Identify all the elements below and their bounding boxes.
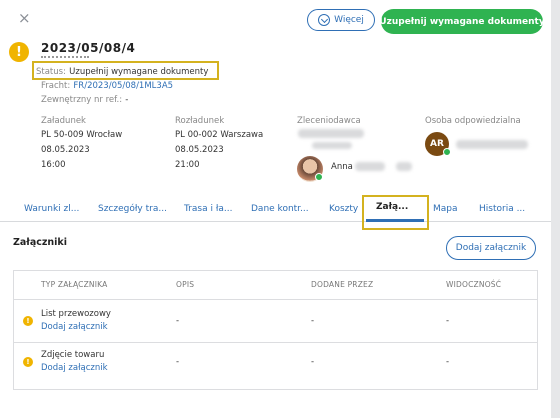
more-button-label: Więcej <box>334 15 364 25</box>
unloading-time: 21:00 <box>175 160 200 170</box>
online-status-dot <box>315 173 323 181</box>
scrollbar-track[interactable] <box>551 0 560 418</box>
attachments-title: Załączniki <box>13 237 67 248</box>
client-surname-redacted <box>355 162 385 171</box>
column-header-visibility: WIDOCZNOŚĆ <box>446 280 502 289</box>
complete-documents-button[interactable]: Uzupełnij wymagane dokumenty <box>379 9 545 34</box>
client-detail-redacted <box>312 142 352 149</box>
online-status-dot <box>443 148 451 156</box>
external-ref-line: Zewnętrzny nr ref.: - <box>41 94 128 105</box>
warning-icon: ! <box>23 357 33 367</box>
freight-label: Fracht: <box>41 81 71 91</box>
loading-address: PL 50-009 Wrocław <box>41 130 123 140</box>
external-ref-label: Zewnętrzny nr ref.: <box>41 95 123 105</box>
attachment-type: List przewozowy <box>41 309 111 319</box>
more-button[interactable]: Więcej <box>307 9 375 31</box>
active-tab-highlight <box>362 195 429 230</box>
client-label: Zleceniodawca <box>297 116 361 126</box>
active-tab-indicator <box>366 219 424 222</box>
attachment-description: - <box>176 316 180 326</box>
attachment-visibility: - <box>446 357 450 367</box>
client-contact-redacted <box>396 162 412 171</box>
order-id-underline <box>41 56 89 58</box>
add-attachment-button[interactable]: Dodaj załącznik <box>446 236 536 260</box>
attachment-added-by: - <box>311 357 315 367</box>
attachment-added-by: - <box>311 316 315 326</box>
responsible-label: Osoba odpowiedzialna <box>425 116 521 126</box>
tab-costs[interactable]: Koszty <box>329 204 358 214</box>
client-person-name: Anna <box>331 162 353 172</box>
responsible-name-redacted <box>456 140 528 149</box>
tab-transport-details[interactable]: Szczegóły tra... <box>98 204 167 214</box>
close-icon[interactable]: × <box>18 9 31 27</box>
external-ref-value: - <box>125 95 129 105</box>
attachment-visibility: - <box>446 316 450 326</box>
chevron-down-icon <box>318 14 331 26</box>
unloading-label: Rozładunek <box>175 116 225 126</box>
freight-line: Fracht: FR/2023/05/08/1ML3A5 <box>41 80 173 91</box>
tabs-divider <box>0 221 551 222</box>
column-header-type: TYP ZAŁĄCZNIKA <box>41 280 108 289</box>
freight-link[interactable]: FR/2023/05/08/1ML3A5 <box>73 81 173 91</box>
status-label: Status: <box>36 67 66 77</box>
loading-date: 08.05.2023 <box>41 145 90 155</box>
loading-label: Załadunek <box>41 116 86 126</box>
responsible-initials: AR <box>430 139 444 149</box>
add-attachment-link[interactable]: Dodaj załącznik <box>41 363 108 373</box>
tab-order-terms[interactable]: Warunki zl... <box>24 204 79 214</box>
add-attachment-link[interactable]: Dodaj załącznik <box>41 322 108 332</box>
client-name-redacted <box>298 129 364 138</box>
order-id: 2023/05/08/4 <box>41 41 136 55</box>
table-divider <box>14 299 537 300</box>
warning-icon: ! <box>9 42 29 62</box>
status-line: Status: Uzupełnij wymagane dokumenty <box>36 66 208 77</box>
order-details-panel: × Więcej Uzupełnij wymagane dokumenty ! … <box>0 0 551 418</box>
table-divider <box>14 342 537 343</box>
tab-attachments[interactable]: Załą... <box>376 202 408 212</box>
attachment-type: Zdjęcie towaru <box>41 350 105 360</box>
column-header-description: OPIS <box>176 280 195 289</box>
warning-icon: ! <box>23 316 33 326</box>
tab-route-cargo[interactable]: Trasa i ła... <box>184 204 232 214</box>
tab-map[interactable]: Mapa <box>433 204 458 214</box>
attachment-description: - <box>176 357 180 367</box>
loading-time: 16:00 <box>41 160 66 170</box>
unloading-date: 08.05.2023 <box>175 145 224 155</box>
tab-history[interactable]: Historia ... <box>479 204 525 214</box>
tab-contractor-data[interactable]: Dane kontr... <box>251 204 309 214</box>
column-header-added-by: DODANE PRZEZ <box>311 280 374 289</box>
status-value: Uzupełnij wymagane dokumenty <box>69 67 209 77</box>
unloading-address: PL 00-002 Warszawa <box>175 130 264 140</box>
